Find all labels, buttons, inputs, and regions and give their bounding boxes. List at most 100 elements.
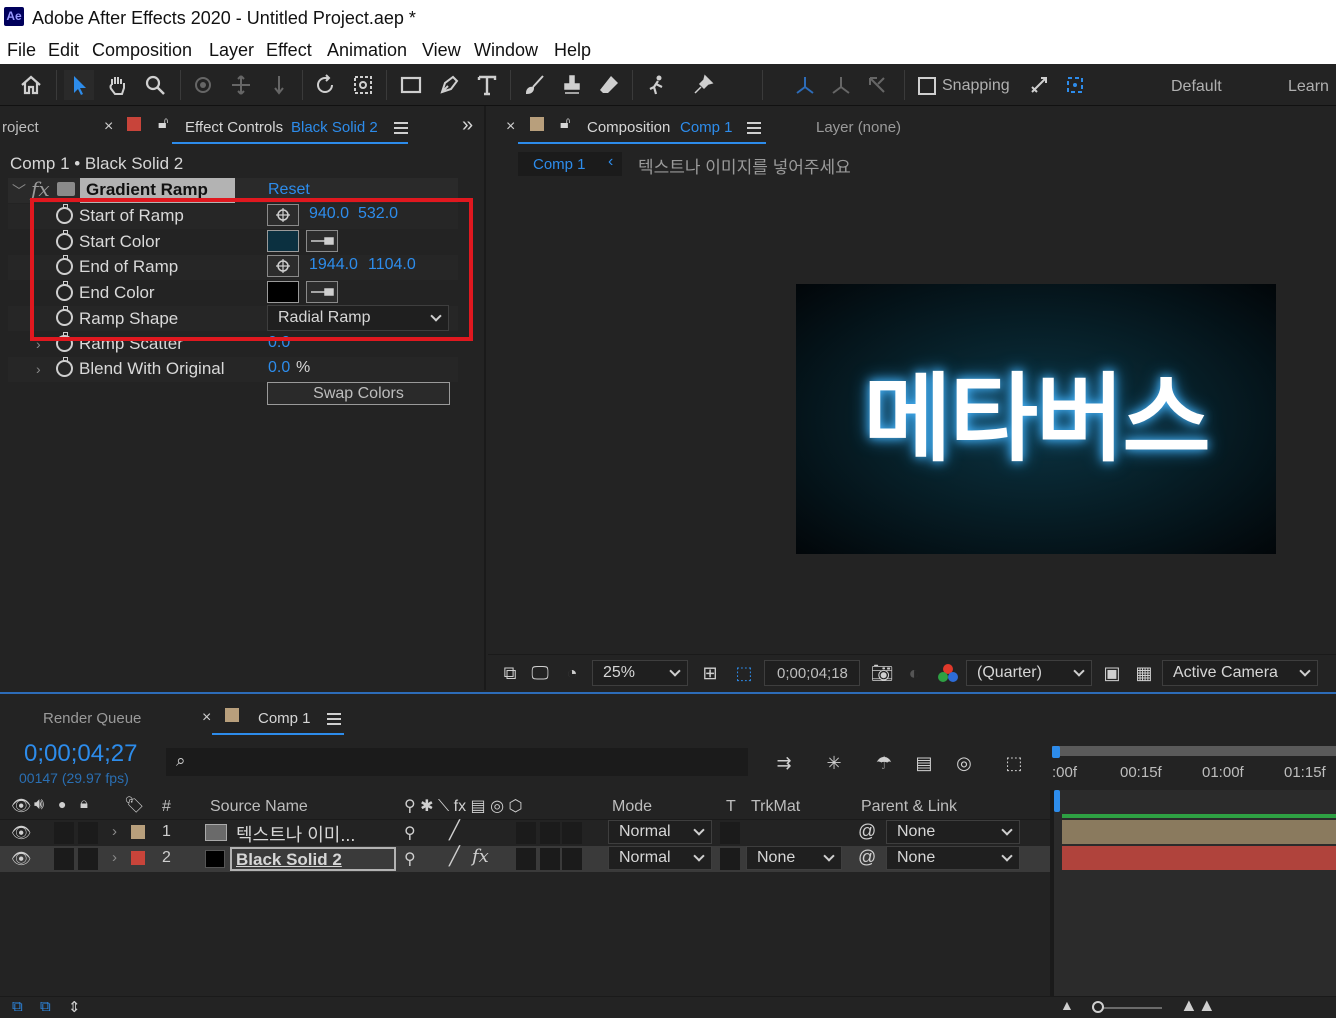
effect-name[interactable]: Gradient Ramp [86, 180, 208, 200]
source-name-column[interactable]: Source Name [210, 798, 308, 816]
panel-menu-icon[interactable] [747, 122, 761, 134]
work-area-bar[interactable] [1052, 746, 1336, 756]
menu-help[interactable]: Help [554, 40, 591, 61]
playhead-icon[interactable] [1052, 746, 1060, 758]
playhead-icon[interactable] [1054, 790, 1060, 812]
project-tab[interactable]: roject [2, 119, 39, 136]
camera-snapshot-icon[interactable]: 📷︎ [870, 662, 894, 684]
eye-icon[interactable]: 👁︎ [11, 849, 31, 869]
pen-tool-icon[interactable] [434, 70, 464, 100]
resolution-dropdown[interactable]: (Quarter) [966, 660, 1092, 686]
layer-row[interactable]: 👁︎ › 2 Black Solid 2 ⚲ ╱ fx Normal None … [0, 846, 1050, 872]
layer-switches-icon[interactable]: ⧉ [12, 998, 23, 1015]
shy-switch-icon[interactable]: ⚲ [404, 849, 416, 869]
snap-features-icon[interactable] [1060, 70, 1090, 100]
local-axis-icon[interactable] [790, 70, 820, 100]
view-axis-icon[interactable] [862, 70, 892, 100]
composition-tab-comp[interactable]: Comp 1 [680, 119, 733, 136]
layer-mode-dropdown[interactable]: Normal [608, 846, 712, 870]
layer-name-field[interactable]: Black Solid 2 [230, 847, 396, 871]
swap-colors-button[interactable]: Swap Colors [267, 382, 450, 405]
comp-breadcrumb-chip[interactable]: Comp 1 ‹ [518, 152, 622, 176]
in-out-icon[interactable]: ⇕ [68, 998, 81, 1016]
hand-tool-icon[interactable] [102, 70, 132, 100]
lock-icon[interactable]: 🔓︎ [158, 115, 168, 133]
color-channels-icon[interactable] [938, 664, 958, 684]
layer-label-color[interactable] [131, 851, 145, 865]
brush-tool-icon[interactable] [520, 70, 550, 100]
draft-3d-icon[interactable]: ✳ [822, 752, 846, 774]
pick-whip-icon[interactable]: @ [858, 847, 876, 868]
zoom-slider-handle[interactable] [1092, 1001, 1104, 1013]
anchor-point-tool-icon[interactable] [348, 70, 378, 100]
twirl-right-icon[interactable]: › [112, 823, 117, 840]
layer-label-color[interactable] [131, 825, 145, 839]
world-axis-icon[interactable] [826, 70, 856, 100]
shy-layers-icon[interactable]: ☂ [872, 752, 896, 774]
close-tab-icon[interactable]: × [104, 118, 113, 136]
twirl-right-icon[interactable]: › [36, 361, 41, 377]
mask-path-icon[interactable]: ⬚ [732, 662, 756, 684]
menu-animation[interactable]: Animation [327, 40, 407, 61]
rotation-tool-icon[interactable] [310, 70, 340, 100]
transparency-grid-icon[interactable]: ▦ [1132, 662, 1156, 684]
close-tab-icon[interactable]: × [506, 118, 515, 136]
lock-icon[interactable]: 🔓︎ [560, 115, 570, 133]
layer-duration-bar[interactable] [1062, 820, 1336, 844]
parent-dropdown[interactable]: None [886, 820, 1020, 844]
menu-edit[interactable]: Edit [48, 40, 79, 61]
reset-link[interactable]: Reset [268, 181, 310, 199]
zoom-in-icon[interactable]: ▲▲ [1180, 995, 1216, 1016]
type-tool-icon[interactable] [472, 70, 502, 100]
home-icon[interactable] [16, 70, 46, 100]
shy-switch-icon[interactable]: ⚲ [404, 823, 416, 843]
zoom-tool-icon[interactable] [140, 70, 170, 100]
layer-row[interactable]: 👁︎ › 1 텍스트나 이미... ⚲ ╱ Normal @ None [0, 820, 1050, 846]
eraser-tool-icon[interactable] [594, 70, 624, 100]
stopwatch-icon[interactable] [56, 357, 73, 377]
camera-dropdown[interactable]: Active Camera [1162, 660, 1318, 686]
video-toggle-icon[interactable]: 👁︎ [11, 796, 31, 816]
monitor-icon[interactable]: 🖵︎ [528, 662, 552, 684]
mask-icon[interactable]: ◔ [560, 662, 584, 684]
composition-canvas[interactable]: 메타버스 [796, 284, 1276, 554]
clone-stamp-tool-icon[interactable] [557, 70, 587, 100]
lock-icon[interactable]: 🔒︎ [80, 795, 88, 812]
graph-editor-icon[interactable]: ⬚ [1002, 752, 1026, 774]
region-of-interest-icon[interactable]: ▣ [1100, 662, 1124, 684]
workspace-learn[interactable]: Learn [1288, 78, 1329, 96]
frame-blending-icon[interactable]: ▤ [912, 752, 936, 774]
quality-switch-icon[interactable]: ╱ [449, 820, 460, 841]
rectangle-tool-icon[interactable] [396, 70, 426, 100]
always-preview-icon[interactable]: ⧉ [498, 662, 522, 684]
snap-extend-icon[interactable] [1024, 70, 1054, 100]
close-tab-icon[interactable]: × [202, 709, 211, 727]
roto-brush-tool-icon[interactable] [642, 70, 672, 100]
layer-mode-dropdown[interactable]: Normal [608, 820, 712, 844]
solo-icon[interactable]: ● [58, 796, 66, 812]
timeline-comp-tab[interactable]: Comp 1 [258, 710, 311, 727]
orbit-camera-icon[interactable] [188, 70, 218, 100]
pan-camera-icon[interactable] [226, 70, 256, 100]
menu-composition[interactable]: Composition [92, 40, 192, 61]
quality-switch-icon[interactable]: ╱ [449, 846, 460, 867]
dolly-camera-icon[interactable] [264, 70, 294, 100]
blend-value[interactable]: 0.0 [268, 359, 290, 377]
zoom-out-icon[interactable]: ▲ [1060, 997, 1074, 1013]
audio-icon[interactable]: 🔊︎ [34, 796, 44, 814]
timecode-field[interactable]: 0;00;04;18 [764, 660, 860, 686]
parent-dropdown[interactable]: None [886, 846, 1020, 870]
effect-switch-icon[interactable]: fx [472, 846, 489, 867]
panel-menu-icon[interactable] [394, 122, 408, 134]
comp-mini-flowchart-icon[interactable]: ⇉ [772, 752, 796, 774]
menu-layer[interactable]: Layer [209, 40, 254, 61]
expand-panels-icon[interactable]: » [462, 114, 473, 137]
label-tag-icon[interactable]: 🏷︎ [124, 795, 144, 815]
current-time[interactable]: 0;00;04;27 [24, 740, 137, 768]
effect-controls-layer-name[interactable]: Black Solid 2 [291, 119, 378, 136]
title-safe-icon[interactable]: ⊞ [698, 662, 722, 684]
motion-blur-icon[interactable]: ◎ [952, 752, 976, 774]
render-queue-tab[interactable]: Render Queue [43, 710, 141, 727]
menu-effect[interactable]: Effect [266, 40, 312, 61]
twirl-right-icon[interactable]: › [112, 849, 117, 866]
